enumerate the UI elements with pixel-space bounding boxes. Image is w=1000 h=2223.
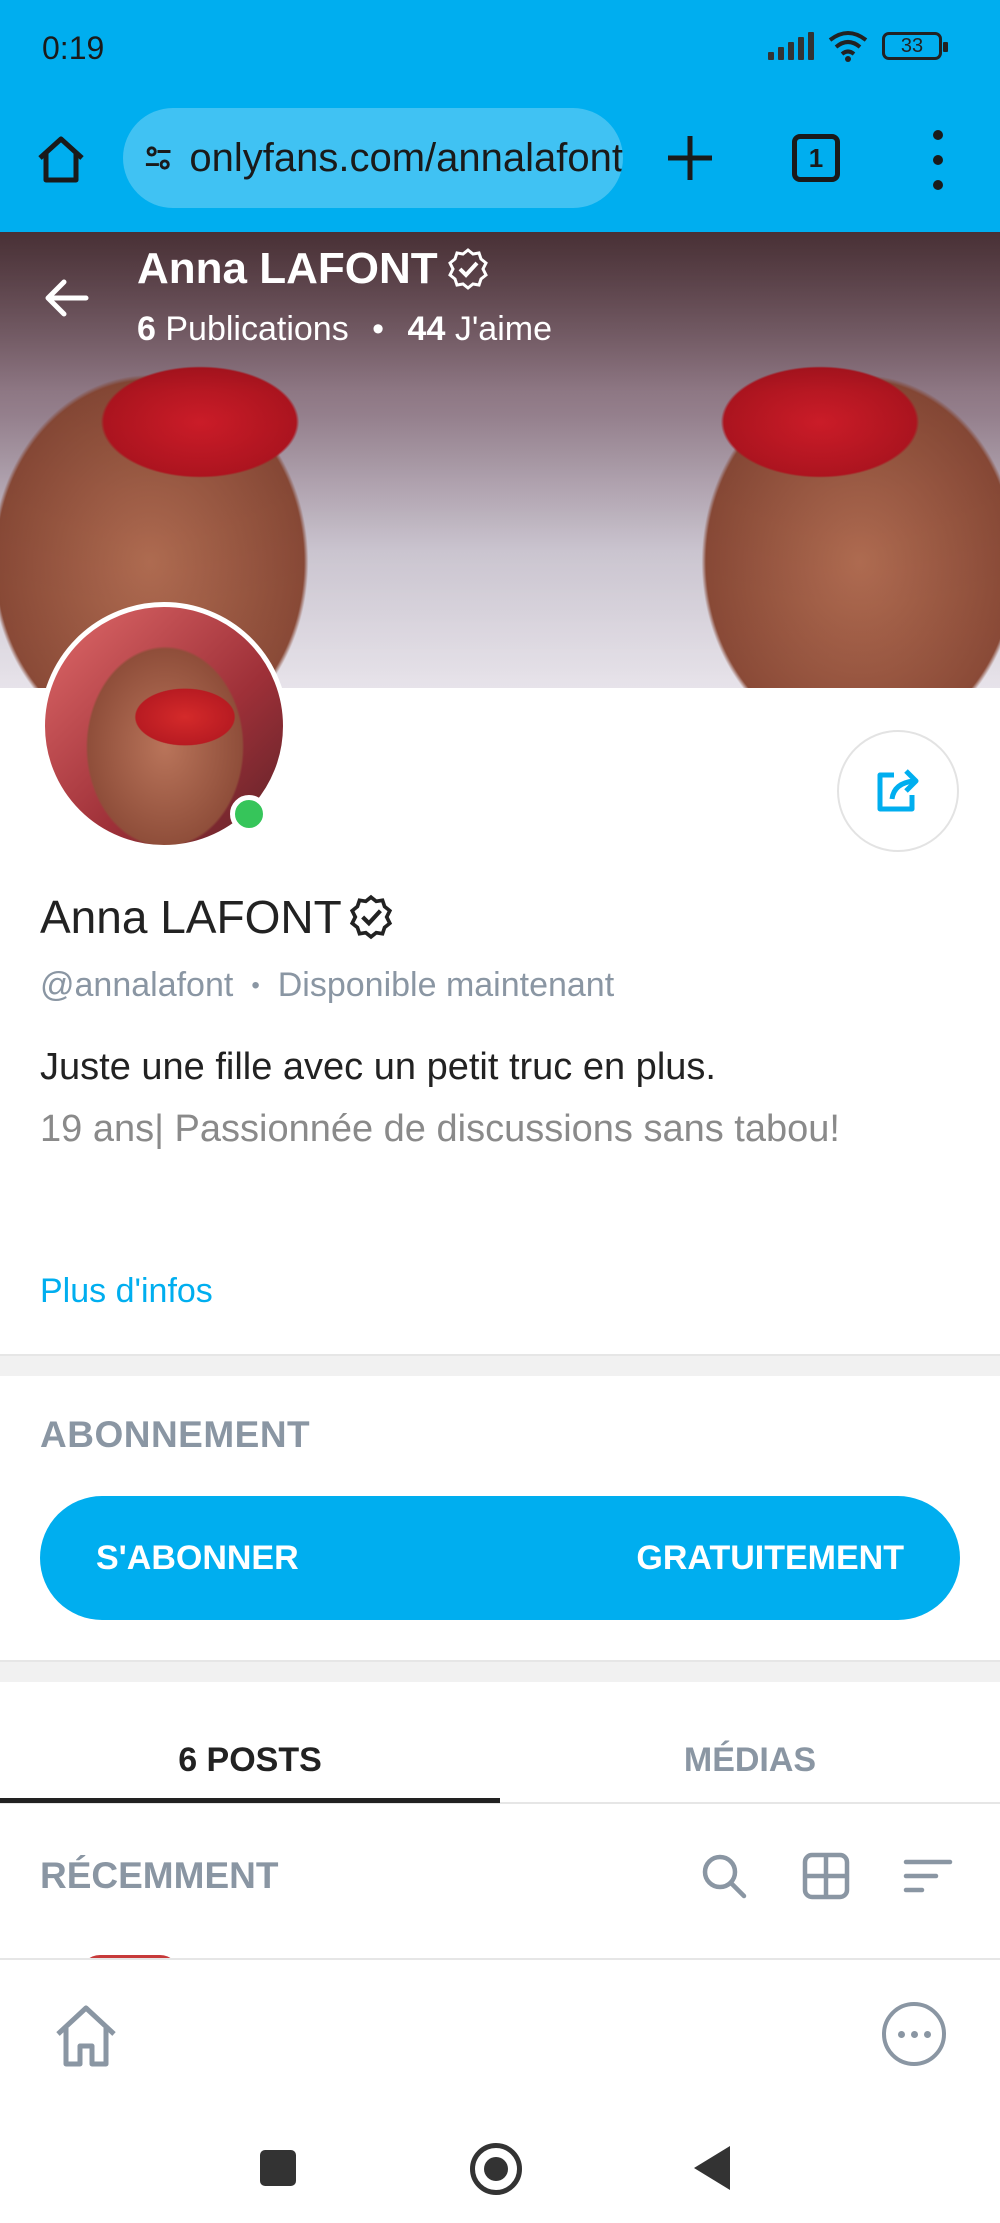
- status-icons: 33: [768, 30, 948, 62]
- profile-handle: @annalafont: [40, 966, 234, 1004]
- home-icon[interactable]: [50, 2000, 122, 2072]
- sort-label: RÉCEMMENT: [40, 1855, 279, 1896]
- subscribe-button-price: GRATUITEMENT: [636, 1538, 904, 1577]
- battery-icon: 33: [882, 32, 948, 60]
- more-info-link[interactable]: Plus d'infos: [40, 1272, 213, 1311]
- more-horiz-icon[interactable]: [882, 2002, 946, 2066]
- cover-stats: 6 Publications • 44 J'aime: [137, 310, 552, 348]
- arrow-left-icon[interactable]: [40, 272, 92, 324]
- cover-title: Anna LAFONT: [137, 244, 490, 294]
- likes-count: 44: [407, 310, 446, 348]
- share-icon: [877, 769, 919, 812]
- active-tab-indicator: [0, 1798, 500, 1803]
- tune-icon[interactable]: [143, 137, 173, 179]
- bio-line-2: 19 ans| Passionnée de discussions sans t…: [40, 1108, 840, 1150]
- availability-status: Disponible maintenant: [277, 966, 615, 1004]
- share-button[interactable]: [837, 730, 959, 852]
- profile-meta: @annalafont • Disponible maintenant: [40, 966, 615, 1004]
- profile-name-text: Anna LAFONT: [40, 891, 342, 943]
- recents-icon[interactable]: [260, 2150, 296, 2186]
- bio-line-1: Juste une fille avec un petit truc en pl…: [40, 1046, 716, 1088]
- home-icon: [38, 136, 84, 183]
- verified-badge-icon: [349, 894, 392, 940]
- address-bar[interactable]: onlyfans.com/annalafont: [123, 108, 623, 208]
- cover-name: Anna LAFONT: [137, 244, 438, 293]
- likes-label: J'aime: [454, 310, 552, 348]
- system-nav-bar: [0, 2108, 1000, 2223]
- profile-name: Anna LAFONT: [40, 890, 394, 944]
- verified-badge-icon: [447, 248, 488, 290]
- posts-label: Publications: [165, 310, 349, 348]
- section-divider: [0, 1354, 1000, 1376]
- tab-posts[interactable]: 6 POSTS: [0, 1720, 500, 1800]
- back-triangle-icon[interactable]: [694, 2146, 730, 2190]
- plus-icon[interactable]: [660, 128, 720, 188]
- search-icon[interactable]: [698, 1850, 750, 1902]
- sort-icon[interactable]: [902, 1850, 954, 1902]
- subscribe-button-label: S'ABONNER: [96, 1538, 299, 1577]
- status-time: 0:19: [42, 30, 105, 66]
- url-text: onlyfans.com/annalafont: [189, 135, 623, 180]
- home-circle-icon[interactable]: [470, 2143, 522, 2195]
- section-divider: [0, 1660, 1000, 1682]
- grid-icon[interactable]: [800, 1850, 852, 1902]
- more-vert-icon[interactable]: [928, 130, 948, 190]
- browser-chrome: 0:19 33 onlyfans.com/annalafont 1: [0, 0, 1000, 232]
- tab-media[interactable]: MÉDIAS: [500, 1720, 1000, 1800]
- subscription-title: ABONNEMENT: [40, 1414, 311, 1455]
- subscribe-button[interactable]: S'ABONNER GRATUITEMENT: [40, 1496, 960, 1620]
- wifi-icon: [828, 31, 868, 62]
- bottom-nav: [0, 1958, 1000, 2108]
- tabs-icon[interactable]: 1: [792, 134, 840, 182]
- posts-count: 6: [137, 310, 156, 348]
- signal-icon: [768, 32, 814, 60]
- online-status-dot: [230, 795, 268, 833]
- browser-home-button[interactable]: [30, 128, 92, 190]
